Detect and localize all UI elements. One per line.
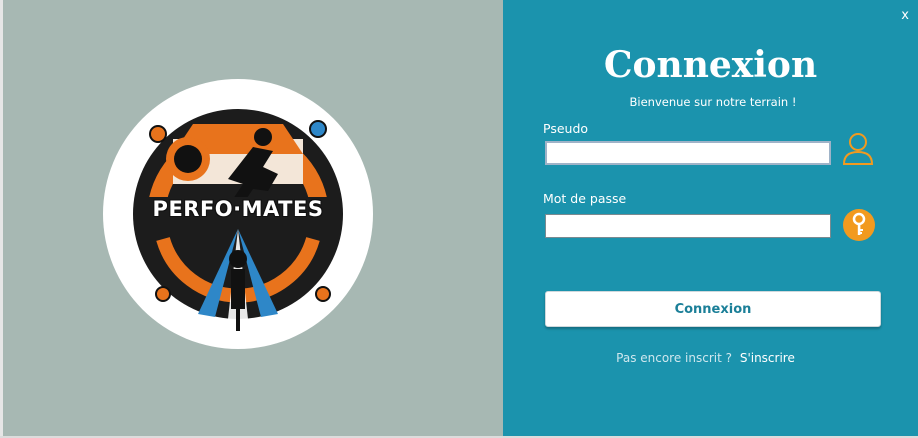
password-input[interactable] — [545, 214, 831, 238]
login-title: Connexion — [603, 44, 818, 86]
close-button[interactable]: x — [901, 8, 909, 23]
signup-prompt: Pas encore inscrit ? — [616, 351, 732, 365]
logo: PERFO·MATES — [103, 79, 373, 349]
username-label: Pseudo — [543, 121, 589, 136]
user-icon — [841, 131, 875, 171]
signup-row: Pas encore inscrit ? S'inscrire — [503, 351, 908, 365]
login-button[interactable]: Connexion — [545, 291, 881, 327]
key-icon — [842, 208, 876, 246]
signup-link[interactable]: S'inscrire — [740, 351, 795, 365]
login-subtitle: Bienvenue sur notre terrain ! — [629, 95, 797, 109]
login-panel: x Connexion Bienvenue sur notre terrain … — [503, 0, 918, 436]
logo-text: PERFO·MATES — [152, 197, 324, 221]
brand-panel: PERFO·MATES — [3, 0, 503, 436]
username-input[interactable] — [545, 141, 831, 165]
password-label: Mot de passe — [543, 191, 627, 206]
